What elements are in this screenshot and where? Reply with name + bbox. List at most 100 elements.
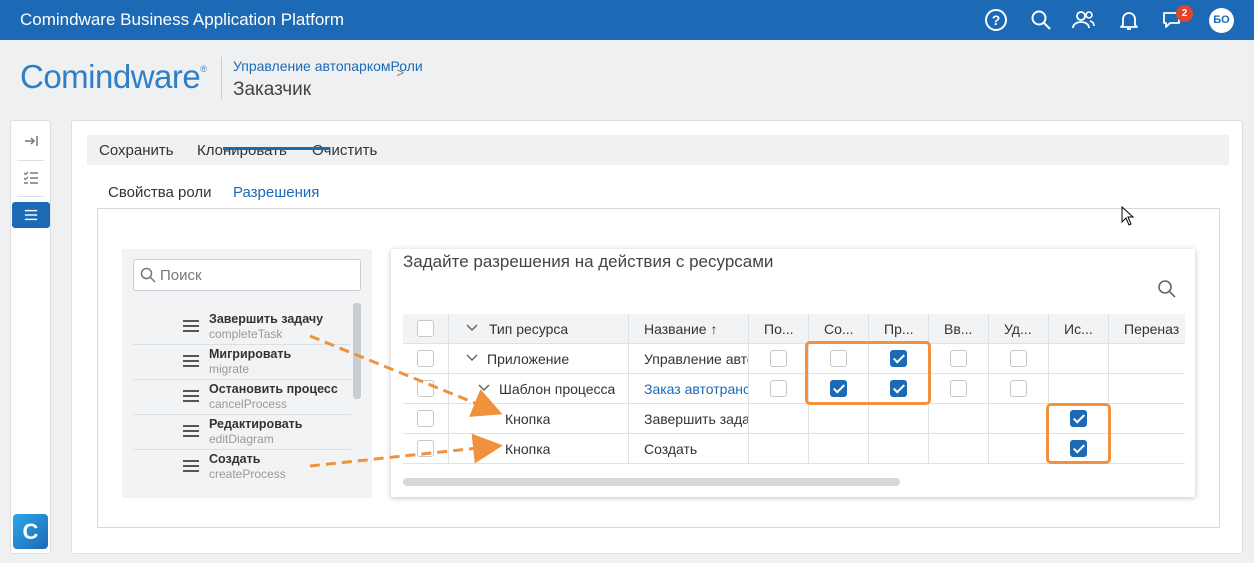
- list-item-code: migrate: [209, 362, 250, 376]
- permission-checkbox[interactable]: [1010, 380, 1027, 397]
- header-col6[interactable]: Ис...: [1049, 314, 1109, 344]
- mouse-cursor-icon: [1121, 206, 1135, 226]
- permission-checkbox[interactable]: [830, 380, 847, 397]
- header-divider: [221, 57, 222, 99]
- drag-handle-icon[interactable]: [183, 320, 199, 334]
- permissions-title: Задайте разрешения на действия с ресурса…: [403, 252, 774, 271]
- permission-checkbox[interactable]: [950, 350, 967, 367]
- left-rail: C: [10, 120, 51, 554]
- checklist-icon[interactable]: [11, 164, 50, 192]
- permission-checkbox[interactable]: [830, 350, 847, 367]
- header-col7[interactable]: Переназ: [1109, 314, 1185, 344]
- row-select-cell: [403, 434, 449, 464]
- execute-checkbox[interactable]: [1070, 410, 1087, 427]
- users-icon[interactable]: [1071, 8, 1095, 32]
- header-col5[interactable]: Уд...: [989, 314, 1049, 344]
- drag-handle-icon[interactable]: [183, 390, 199, 404]
- header-col1[interactable]: По...: [749, 314, 809, 344]
- table-row: Приложение Управление авто: [403, 344, 1185, 374]
- chevron-down-icon[interactable]: [465, 351, 479, 365]
- perm-cell: [809, 344, 869, 374]
- header-col2[interactable]: Со...: [809, 314, 869, 344]
- drag-handle-icon[interactable]: [183, 460, 199, 474]
- rail-divider: [17, 196, 44, 197]
- chevron-down-icon[interactable]: [465, 321, 479, 335]
- list-item[interactable]: Редактировать editDiagram: [133, 415, 351, 450]
- list-scrollbar[interactable]: [353, 303, 361, 399]
- list-item[interactable]: Мигрировать migrate: [133, 345, 351, 380]
- chevron-down-icon[interactable]: [477, 381, 491, 395]
- list-item-code: completeTask: [209, 327, 283, 341]
- help-icon[interactable]: ?: [984, 8, 1008, 32]
- name-cell: Управление авто: [629, 344, 749, 374]
- collapse-icon[interactable]: [11, 127, 50, 155]
- header-col6-label: Ис...: [1064, 321, 1093, 337]
- list-item[interactable]: Создать createProcess: [133, 450, 351, 482]
- header-col3[interactable]: Пр...: [869, 314, 929, 344]
- header-type: Тип ресурса: [489, 321, 569, 337]
- clone-button[interactable]: Клонировать: [197, 142, 287, 159]
- header-type-cell[interactable]: Тип ресурса: [449, 314, 629, 344]
- row-select-checkbox[interactable]: [417, 350, 434, 367]
- search-icon[interactable]: [1029, 8, 1053, 32]
- perm-cell: [809, 434, 869, 464]
- permission-checkbox[interactable]: [770, 380, 787, 397]
- search-input[interactable]: [158, 260, 358, 290]
- table-row: Кнопка Создать: [403, 434, 1185, 464]
- resource-type: Кнопка: [505, 411, 551, 427]
- row-select-cell: [403, 344, 449, 374]
- perm-cell: [929, 434, 989, 464]
- permission-checkbox[interactable]: [890, 350, 907, 367]
- perm-cell: [929, 344, 989, 374]
- row-select-checkbox[interactable]: [417, 440, 434, 457]
- list-item[interactable]: Остановить процесс cancelProcess: [133, 380, 351, 415]
- list-item[interactable]: Завершить задачу completeTask: [133, 310, 351, 345]
- header-name-cell[interactable]: Название ↑: [629, 314, 749, 344]
- save-button[interactable]: Сохранить: [99, 142, 174, 159]
- header-name: Название ↑: [644, 321, 718, 337]
- operations-list-items: Завершить задачу completeTask Мигрироват…: [133, 310, 351, 482]
- type-cell: Приложение: [449, 344, 629, 374]
- permission-checkbox[interactable]: [1010, 350, 1027, 367]
- list-item-title: Мигрировать: [209, 347, 292, 361]
- platform-logo-icon[interactable]: C: [13, 514, 48, 549]
- clear-button[interactable]: Очистить: [312, 142, 377, 159]
- header-col7-label: Переназ: [1124, 321, 1180, 337]
- list-item-code: createProcess: [209, 467, 286, 481]
- tab-role-properties[interactable]: Свойства роли: [108, 184, 212, 201]
- perm-cell: [989, 344, 1049, 374]
- grid-horizontal-scrollbar[interactable]: [403, 478, 900, 486]
- breadcrumb-workspace[interactable]: Управление автопарком: [233, 58, 391, 74]
- execute-checkbox[interactable]: [1070, 440, 1087, 457]
- bell-icon[interactable]: [1117, 8, 1141, 32]
- list-icon[interactable]: [12, 202, 50, 228]
- permission-checkbox[interactable]: [770, 350, 787, 367]
- list-item-title: Остановить процесс: [209, 382, 338, 396]
- row-select-checkbox[interactable]: [417, 380, 434, 397]
- grid-search-icon[interactable]: [1157, 279, 1177, 299]
- table-header-row: Тип ресурса Название ↑ По... Со... Пр...…: [403, 314, 1185, 344]
- table-row: Кнопка Завершить задач: [403, 404, 1185, 434]
- tab-permissions[interactable]: Разрешения: [233, 184, 319, 201]
- user-avatar[interactable]: БО: [1209, 8, 1234, 33]
- drag-handle-icon[interactable]: [183, 355, 199, 369]
- comindware-logo[interactable]: Comindware®: [20, 58, 207, 98]
- perm-cell: [989, 374, 1049, 404]
- logo-text: Comindware: [20, 58, 201, 95]
- header-col1-label: По...: [764, 321, 794, 337]
- notification-badge: 2: [1176, 5, 1193, 22]
- app-title: Comindware Business Application Platform: [20, 10, 345, 29]
- drag-handle-icon[interactable]: [183, 425, 199, 439]
- permissions-panel: Завершить задачу completeTask Мигрироват…: [97, 208, 1220, 528]
- toolbar: Сохранить Клонировать Очистить: [87, 135, 1229, 165]
- type-cell: Кнопка: [449, 434, 629, 464]
- row-select-checkbox[interactable]: [417, 410, 434, 427]
- perm-cell: [809, 374, 869, 404]
- resource-type: Приложение: [487, 351, 570, 367]
- permission-checkbox[interactable]: [950, 380, 967, 397]
- header-col4[interactable]: Вв...: [929, 314, 989, 344]
- resource-name-link[interactable]: Заказ автотранс: [644, 381, 748, 397]
- active-tab-indicator: [223, 147, 330, 150]
- permission-checkbox[interactable]: [890, 380, 907, 397]
- select-all-checkbox[interactable]: [417, 320, 434, 337]
